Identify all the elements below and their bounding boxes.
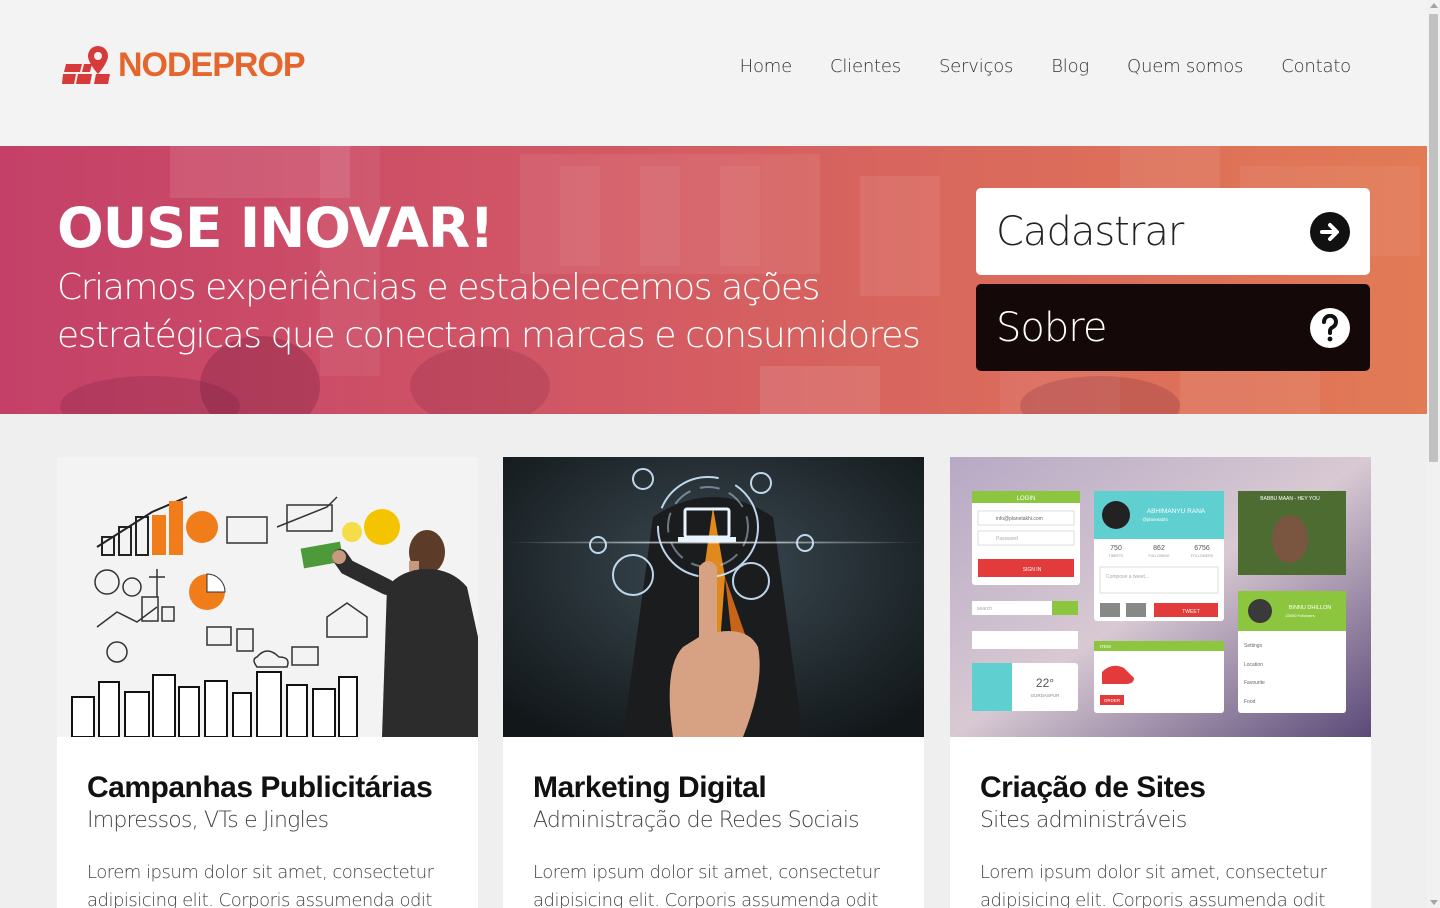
card-title: Campanhas Publicitárias: [87, 771, 433, 804]
svg-text:Settings: Settings: [1244, 643, 1263, 649]
page-scrollbar[interactable]: [1427, 0, 1440, 908]
svg-text:ABHIMANYU RANA: ABHIMANYU RANA: [1147, 508, 1206, 515]
svg-text:TWEETS: TWEETS: [1109, 554, 1124, 558]
svg-text:GURDASPUR: GURDASPUR: [1031, 693, 1061, 698]
question-circle-icon: [1310, 307, 1350, 348]
brand-logo[interactable]: NODEPROP: [62, 40, 306, 90]
ui-kit-image: LOGIN info@planetakhi.com Password SIGN …: [950, 457, 1371, 737]
nav-clientes[interactable]: Clientes: [830, 56, 901, 77]
svg-text:6756: 6756: [1194, 545, 1210, 552]
card-body: Lorem ipsum dolor sit amet, consectetur …: [533, 862, 880, 908]
svg-text:@planetabhi: @planetabhi: [1142, 517, 1167, 522]
nav-quem-somos[interactable]: Quem somos: [1127, 56, 1243, 77]
cadastrar-button[interactable]: Cadastrar: [976, 188, 1370, 275]
site-header: NODEPROP Home Clientes Serviços Blog Que…: [0, 0, 1427, 146]
hero-title: OUSE INOVAR!: [57, 196, 494, 260]
svg-text:ORDER: ORDER: [1104, 698, 1121, 703]
sobre-label: Sobre: [996, 304, 1107, 351]
svg-text:Compose a tweet...: Compose a tweet...: [1106, 574, 1149, 580]
digital-touch-image: [503, 457, 924, 737]
sobre-button[interactable]: Sobre: [976, 284, 1370, 371]
svg-text:Password: Password: [996, 536, 1018, 542]
cadastrar-label: Cadastrar: [996, 208, 1184, 255]
svg-text:Location: Location: [1244, 662, 1263, 668]
svg-text:LOGIN: LOGIN: [1017, 496, 1036, 502]
nav-blog[interactable]: Blog: [1051, 56, 1089, 77]
arrow-right-circle-icon: [1310, 211, 1350, 252]
svg-text:SIGN IN: SIGN IN: [1023, 567, 1042, 573]
svg-text:862: 862: [1153, 545, 1165, 552]
nav-home[interactable]: Home: [740, 56, 793, 77]
svg-text:Food: Food: [1244, 699, 1256, 705]
card-title: Criação de Sites: [980, 771, 1206, 804]
service-card-sites[interactable]: LOGIN info@planetakhi.com Password SIGN …: [950, 457, 1371, 908]
svg-text:BINNU DHILLON: BINNU DHILLON: [1289, 605, 1332, 611]
service-card-campanhas[interactable]: Campanhas Publicitárias Impressos, VTs e…: [57, 457, 478, 908]
main-nav: Home Clientes Serviços Blog Quem somos C…: [702, 56, 1352, 77]
hero-banner: OUSE INOVAR! Criamos experiências e esta…: [0, 146, 1427, 414]
card-body: Lorem ipsum dolor sit amet, consectetur …: [980, 862, 1327, 908]
business-sketch-image: [57, 457, 478, 737]
card-subtitle: Administração de Redes Sociais: [533, 808, 860, 833]
card-title: Marketing Digital: [533, 771, 767, 804]
card-subtitle: Sites administráveis: [980, 808, 1187, 833]
svg-text:FOLLOWERS: FOLLOWERS: [1191, 554, 1214, 558]
scroll-up-icon[interactable]: [1430, 3, 1438, 8]
nav-contato[interactable]: Contato: [1281, 56, 1351, 77]
scrollbar-thumb[interactable]: [1429, 14, 1438, 462]
svg-text:23000 Followers: 23000 Followers: [1285, 613, 1314, 618]
svg-text:info@planetakhi.com: info@planetakhi.com: [996, 516, 1043, 522]
brand-name: NODEPROP: [118, 46, 306, 84]
card-subtitle: Impressos, VTs e Jingles: [87, 808, 329, 833]
svg-text:Favourite: Favourite: [1244, 680, 1265, 686]
nav-servicos[interactable]: Serviços: [939, 56, 1013, 77]
svg-text:BABBU MAAN - HEY YOU: BABBU MAAN - HEY YOU: [1260, 496, 1320, 502]
logo-mark-icon: [62, 46, 110, 84]
scroll-down-icon[interactable]: [1430, 900, 1438, 905]
hero-subtitle: Criamos experiências e estabelecemos açõ…: [57, 267, 921, 356]
card-body: Lorem ipsum dolor sit amet, consectetur …: [87, 862, 434, 908]
svg-text:search: search: [977, 606, 992, 612]
service-card-marketing[interactable]: Marketing Digital Administração de Redes…: [503, 457, 924, 908]
svg-text:FOLLOWING: FOLLOWING: [1148, 554, 1169, 558]
svg-text:ITEM: ITEM: [1100, 644, 1111, 649]
svg-text:TWEET: TWEET: [1182, 609, 1200, 615]
svg-text:22°: 22°: [1036, 676, 1054, 690]
svg-text:750: 750: [1110, 545, 1122, 552]
